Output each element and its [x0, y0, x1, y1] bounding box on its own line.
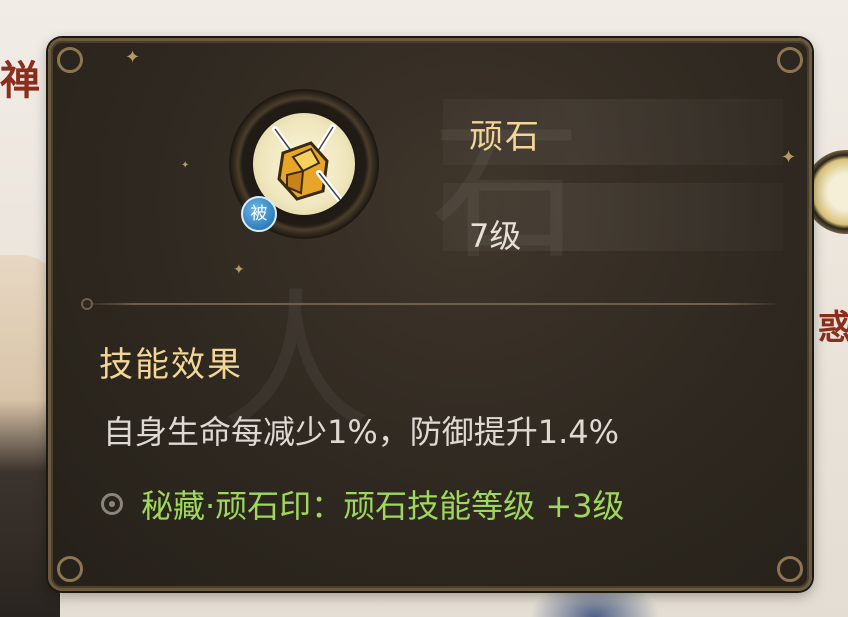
sparkle-icon: ✦: [233, 262, 245, 278]
passive-badge: 被: [241, 196, 277, 232]
corner-ornament: [777, 47, 803, 73]
effect-description: 自身生命每减少1%，防御提升1.4%: [103, 413, 620, 451]
swirl-icon: [101, 493, 123, 515]
background-label-right: 惑: [818, 308, 848, 348]
corner-ornament: [57, 556, 83, 582]
bonus-text: 秘藏·顽石印：顽石技能等级 +3级: [141, 487, 625, 525]
background-label-left: 禅: [0, 58, 40, 104]
divider: [81, 303, 781, 305]
effect-section-title: 技能效果: [99, 345, 243, 385]
game-scene: 禅 惑 ⽯ ⼈ ✦ ✦ ✦ ✦ 被: [0, 0, 848, 617]
corner-ornament: [57, 47, 83, 73]
divider-ornament: [81, 298, 93, 310]
skill-level: 7级: [469, 217, 522, 255]
sparkle-icon: ✦: [781, 147, 797, 168]
corner-ornament: [777, 556, 803, 582]
sparkle-icon: ✦: [125, 47, 141, 68]
sparkle-icon: ✦: [181, 160, 190, 171]
skill-name: 顽石: [469, 117, 541, 157]
bonus-row: 秘藏·顽石印：顽石技能等级 +3级: [101, 481, 625, 527]
skill-tooltip-panel: ⽯ ⼈ ✦ ✦ ✦ ✦ 被 顽石 7级: [48, 38, 812, 591]
